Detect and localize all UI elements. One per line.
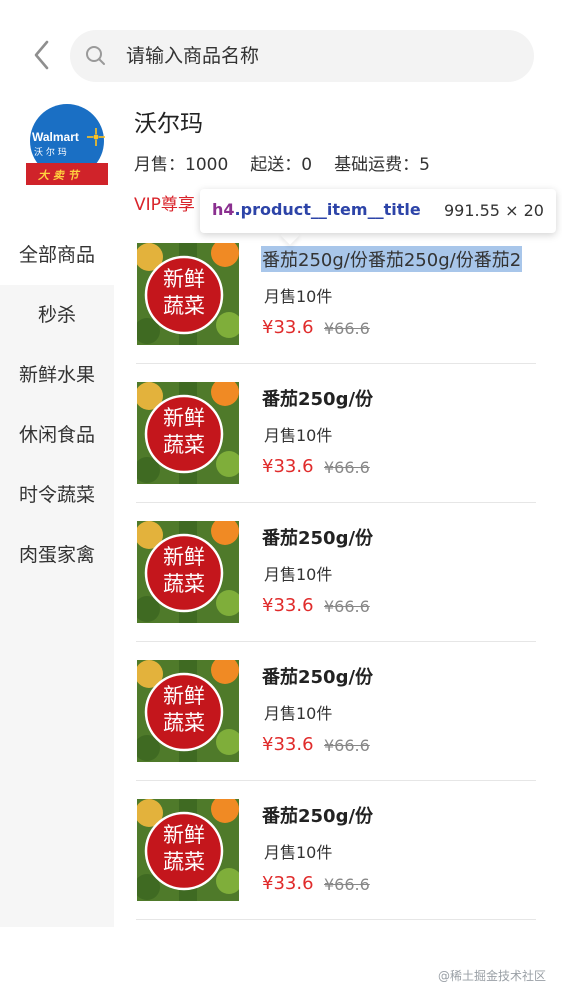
product-item[interactable]: 新鲜 蔬菜 番茄250g/份 月售10件 ¥33.6 ¥66.6: [114, 642, 562, 781]
devtools-inspect-tooltip: h4.product__item__title 991.55 × 20: [200, 189, 556, 233]
tooltip-class: .product__item__title: [234, 200, 421, 219]
product-old-price: ¥66.6: [324, 875, 370, 894]
svg-text:Walmart: Walmart: [32, 130, 79, 144]
vip-badge: VIP尊享: [134, 195, 195, 215]
search-input[interactable]: 请输入商品名称: [70, 30, 534, 82]
chevron-left-icon: [34, 40, 49, 70]
watermark: @稀土掘金技术社区: [438, 969, 547, 983]
category-item-fresh-fruit[interactable]: 新鲜水果: [0, 345, 114, 405]
product-image: 新鲜 蔬菜: [137, 799, 239, 901]
category-item-flash-sale[interactable]: 秒杀: [0, 285, 114, 345]
product-title: 番茄250g/份: [262, 667, 374, 688]
product-image: 新鲜 蔬菜: [137, 382, 239, 484]
product-title: 番茄250g/份: [262, 806, 374, 827]
tooltip-selector: h4.product__item__title: [212, 200, 421, 219]
product-item[interactable]: 新鲜 蔬菜 番茄250g/份 月售10件 ¥33.6 ¥66.6: [114, 503, 562, 642]
divider: [136, 919, 536, 920]
badge-line1: 新鲜: [163, 684, 205, 708]
shop-name: 沃尔玛: [134, 111, 203, 137]
badge-line2: 蔬菜: [163, 850, 205, 874]
category-item-meat-eggs[interactable]: 肉蛋家禽: [0, 525, 114, 585]
search-placeholder: 请输入商品名称: [126, 45, 260, 67]
badge-line1: 新鲜: [163, 823, 205, 847]
product-old-price: ¥66.6: [324, 736, 370, 755]
product-list: 新鲜 蔬菜 番茄250g/份番茄250g/份番茄2 月售10件 ¥33.6 ¥6…: [114, 225, 562, 927]
product-item[interactable]: 新鲜 蔬菜 番茄250g/份番茄250g/份番茄2 月售10件 ¥33.6 ¥6…: [114, 225, 562, 364]
product-image: 新鲜 蔬菜: [137, 660, 239, 762]
product-old-price: ¥66.6: [324, 597, 370, 616]
product-sales: 月售10件: [264, 704, 333, 723]
svg-text:大 卖 节: 大 卖 节: [38, 169, 81, 182]
badge-line2: 蔬菜: [163, 711, 205, 735]
product-image: 新鲜 蔬菜: [137, 521, 239, 623]
product-title: 番茄250g/份: [262, 389, 374, 410]
category-item-snacks[interactable]: 休闲食品: [0, 405, 114, 465]
tooltip-tag: h4: [212, 200, 235, 219]
badge-line1: 新鲜: [163, 545, 205, 569]
badge-line1: 新鲜: [163, 406, 205, 430]
product-price: ¥33.6: [262, 456, 314, 477]
product-sales: 月售10件: [264, 565, 333, 584]
product-price: ¥33.6: [262, 734, 314, 755]
top-bar: 请输入商品名称: [0, 0, 562, 100]
product-sales: 月售10件: [264, 426, 333, 445]
product-title: 番茄250g/份: [262, 528, 374, 549]
badge-line1: 新鲜: [163, 267, 205, 291]
badge-line2: 蔬菜: [163, 572, 205, 596]
product-image: 新鲜 蔬菜: [137, 243, 239, 345]
back-button[interactable]: [28, 38, 56, 72]
product-price: ¥33.6: [262, 595, 314, 616]
search-icon: [86, 46, 105, 65]
min-delivery: 起送：0: [250, 155, 313, 175]
category-item-vegetables[interactable]: 时令蔬菜: [0, 465, 114, 525]
badge-line2: 蔬菜: [163, 294, 205, 318]
tooltip-size: 991.55 × 20: [444, 201, 544, 220]
product-sales: 月售10件: [264, 843, 333, 862]
product-item[interactable]: 新鲜 蔬菜 番茄250g/份 月售10件 ¥33.6 ¥66.6: [114, 781, 562, 920]
base-shipping: 基础运费：5: [334, 155, 430, 175]
shop-stats: 月售：1000 起送：0 基础运费：5: [134, 150, 452, 175]
svg-text:沃 尔 玛: 沃 尔 玛: [34, 146, 67, 158]
monthly-sales: 月售：1000: [134, 155, 229, 175]
badge-line2: 蔬菜: [163, 433, 205, 457]
product-price: ¥33.6: [262, 317, 314, 338]
bottom-area: [0, 927, 562, 1000]
category-sidebar: 全部商品 秒杀 新鲜水果 休闲食品 时令蔬菜 肉蛋家禽: [0, 225, 114, 927]
product-old-price: ¥66.6: [324, 319, 370, 338]
category-item-all[interactable]: 全部商品: [0, 225, 114, 285]
product-title: 番茄250g/份番茄250g/份番茄2: [261, 246, 523, 272]
product-old-price: ¥66.6: [324, 458, 370, 477]
product-sales: 月售10件: [264, 287, 333, 306]
product-item[interactable]: 新鲜 蔬菜 番茄250g/份 月售10件 ¥33.6 ¥66.6: [114, 364, 562, 503]
product-price: ¥33.6: [262, 873, 314, 894]
walmart-logo: Walmart 沃 尔 玛 大 卖 节: [26, 104, 108, 185]
